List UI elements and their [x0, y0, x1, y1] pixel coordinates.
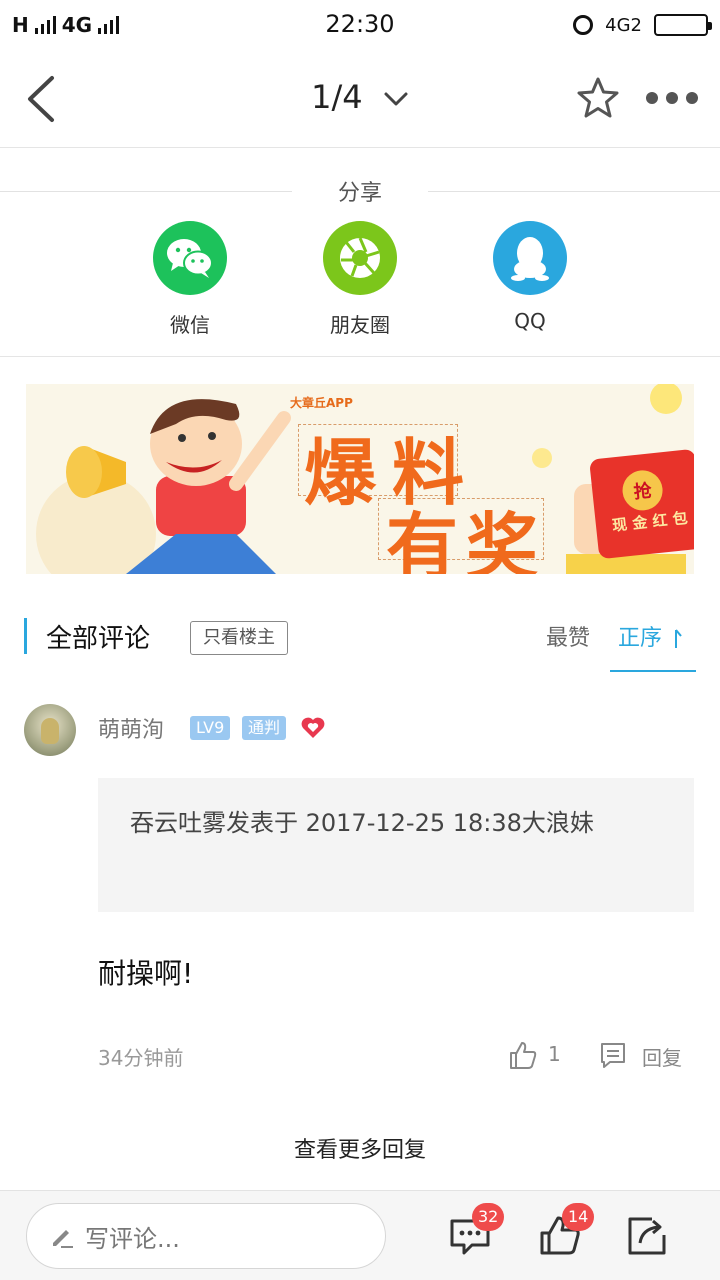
redpack-text: 现 金 红 包 [611, 508, 689, 535]
write-comment-input[interactable]: 写评论... [26, 1203, 386, 1269]
share-label: 朋友圈 [330, 313, 390, 337]
share-button[interactable] [626, 1213, 670, 1257]
tab-order-label: 正序 [618, 626, 663, 651]
title-badge: 通判 [242, 716, 287, 740]
heart-icon [301, 717, 325, 738]
status-left: H 4G [12, 13, 120, 37]
banner-headline-3: 有 [386, 504, 459, 574]
more-replies-link[interactable]: 查看更多回复 [0, 1132, 720, 1164]
share-section: 分享 微信 朋友圈 QQ [0, 149, 720, 357]
star-icon[interactable] [576, 76, 620, 120]
bottom-bar: 写评论... 32 14 [0, 1190, 720, 1280]
username[interactable]: 萌萌洵 [98, 712, 164, 744]
signal-icon-2 [98, 16, 120, 34]
tab-order[interactable]: 正序 [618, 620, 683, 652]
redpack: 抢 现 金 红 包 [589, 448, 694, 560]
qq-icon [493, 221, 567, 295]
page-number: 1/4 [311, 78, 363, 116]
wechat-icon [153, 221, 227, 295]
share-moments[interactable]: 朋友圈 [300, 221, 420, 338]
thumbs-up-icon[interactable] [508, 1040, 538, 1070]
banner-headline-1: 爆 [304, 430, 377, 515]
network-type: 4G [61, 13, 93, 37]
sort-arrow-icon [675, 629, 682, 648]
alarm-icon [573, 15, 594, 35]
tab-underline [610, 670, 696, 672]
level-badge: LV9 [190, 716, 231, 740]
like-button[interactable]: 14 [538, 1203, 595, 1257]
share-label: 微信 [170, 313, 210, 337]
share-icon [628, 1217, 666, 1255]
share-title-row: 分享 [0, 175, 720, 206]
comment-tabs: 全部评论 只看楼主 最赞 正序 [0, 600, 720, 674]
comment-count-badge: 32 [472, 1203, 505, 1231]
banner-headline-4: 奖 [466, 504, 539, 574]
comments-title: 全部评论 [46, 624, 151, 654]
network-left: H [12, 13, 29, 37]
moments-icon [323, 221, 397, 295]
share-title: 分享 [337, 181, 382, 206]
comment-time: 34分钟前 [98, 1046, 184, 1070]
reply-button[interactable]: 回复 [642, 1042, 682, 1071]
more-icon[interactable] [646, 92, 698, 106]
pencil-icon [53, 1230, 73, 1248]
quoted-post[interactable]: 吞云吐雾发表于 2017-12-25 18:38大浪妹 [98, 778, 694, 912]
signal-icon [34, 16, 56, 34]
chevron-down-icon[interactable] [383, 91, 409, 107]
owner-only-button[interactable]: 只看楼主 [190, 621, 288, 655]
comments-button[interactable]: 32 [448, 1203, 505, 1257]
share-wechat[interactable]: 微信 [130, 221, 250, 338]
share-label: QQ [514, 309, 546, 333]
input-placeholder: 写评论... [85, 1224, 180, 1253]
nav-bar: 1/4 [0, 50, 720, 148]
section-marker [24, 618, 27, 654]
comment-text: 耐操啊! [98, 957, 194, 990]
like-count: 1 [548, 1042, 561, 1066]
battery-icon [654, 14, 712, 36]
like-count-badge: 14 [562, 1203, 595, 1231]
share-qq[interactable]: QQ [470, 221, 590, 333]
status-right: 4G2 [573, 14, 712, 36]
status-bar: H 4G 22:30 4G2 [0, 0, 720, 50]
redpack-grab: 抢 [620, 468, 665, 513]
banner-app-name: 大章丘APP [290, 396, 353, 410]
reply-icon[interactable] [598, 1040, 628, 1070]
avatar[interactable] [24, 704, 76, 756]
promo-banner[interactable]: 大章丘APP 爆 料 有 奖 抢 现 金 红 包 [26, 384, 694, 574]
network-right: 4G2 [605, 14, 642, 36]
tab-best[interactable]: 最赞 [546, 620, 590, 652]
